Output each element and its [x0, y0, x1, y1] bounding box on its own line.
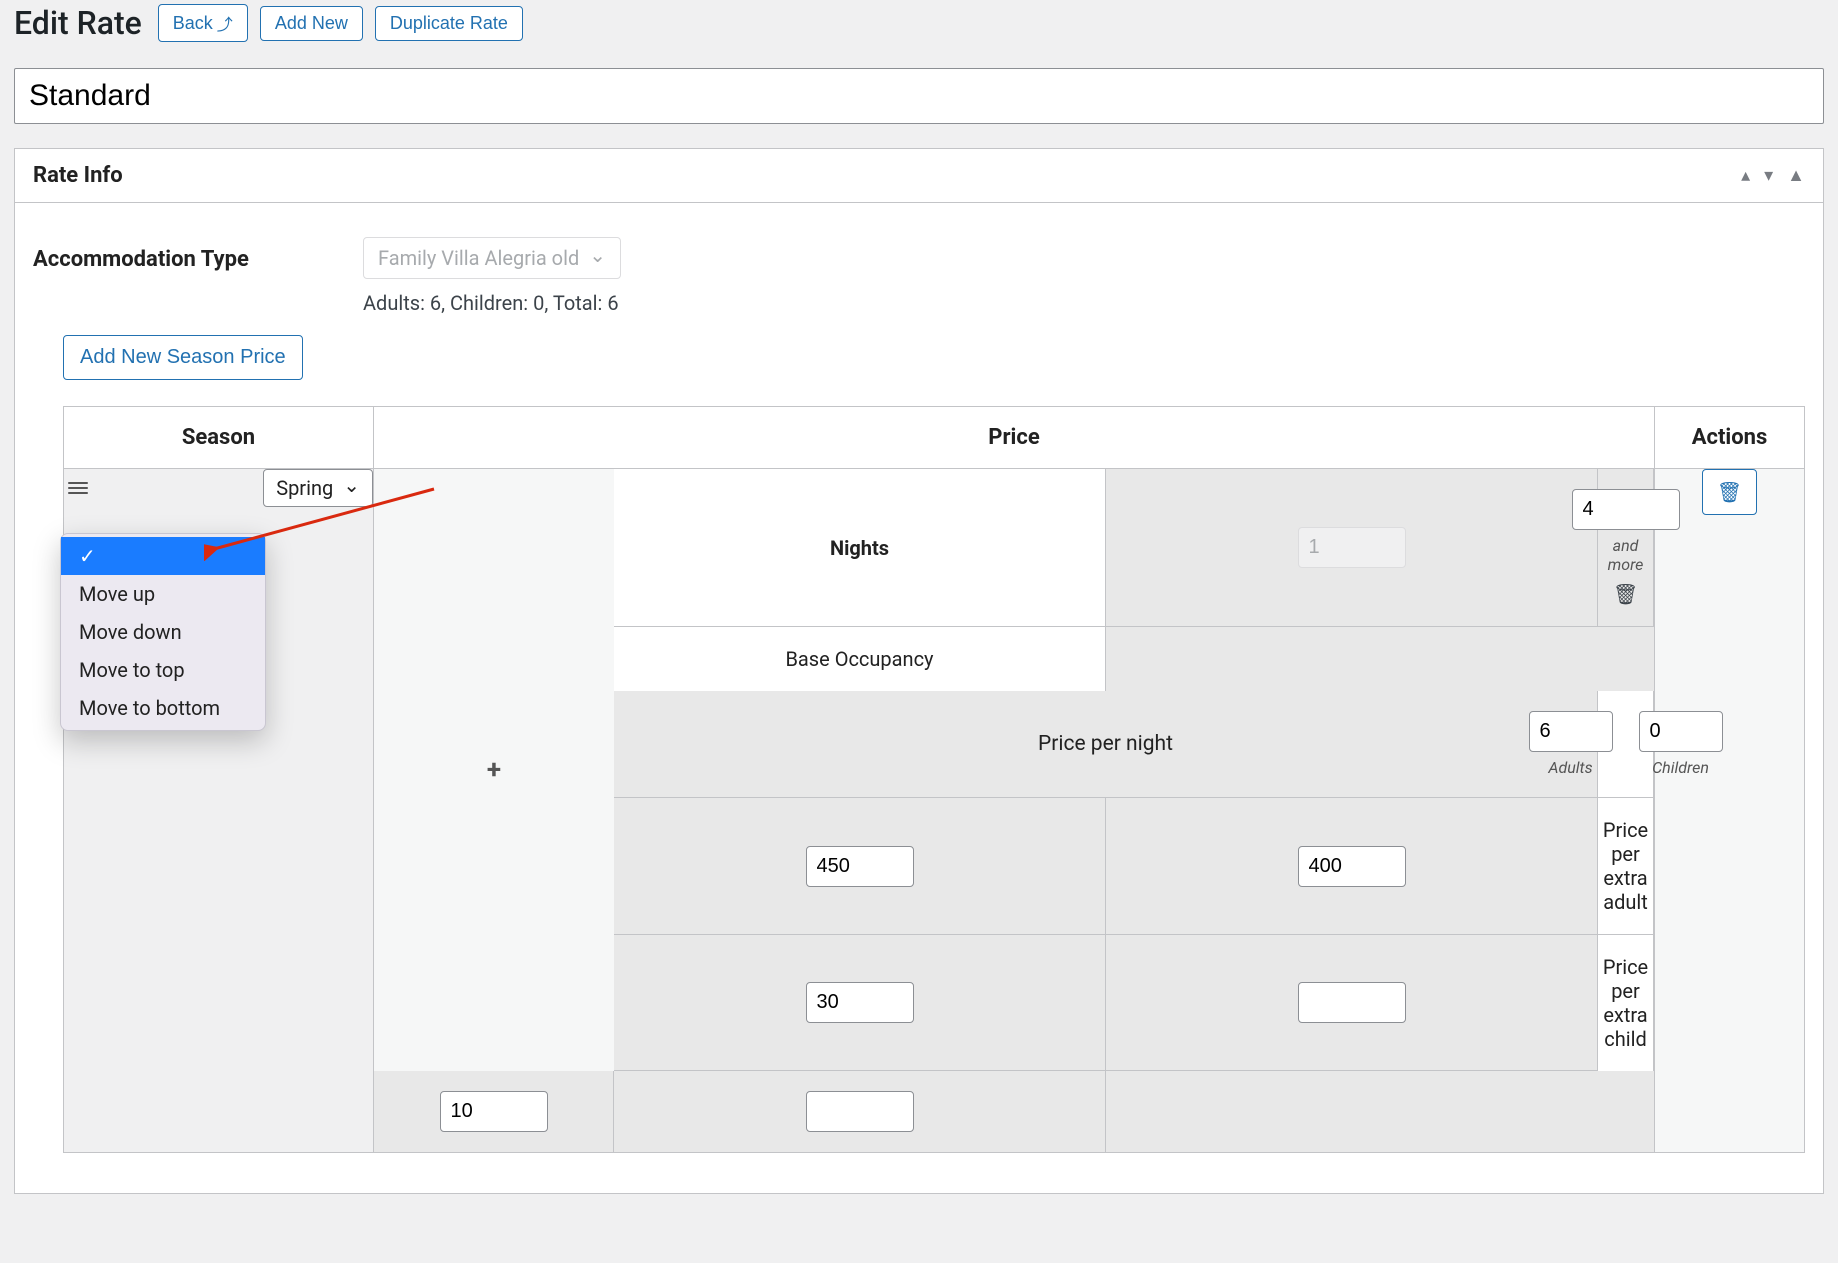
season-select-value: Spring	[276, 476, 333, 500]
chevron-down-icon	[343, 476, 360, 500]
accommodation-type-value: Family Villa Alegria old	[378, 246, 579, 270]
adults-caption: Adults	[1548, 758, 1592, 777]
panel-down-icon[interactable]: ▾	[1764, 165, 1773, 186]
panel-collapse-icon[interactable]: ▲	[1787, 165, 1805, 186]
extra-child-price-1-input[interactable]	[440, 1091, 548, 1132]
add-night-column-button[interactable]: +	[374, 469, 614, 1071]
add-new-button[interactable]: Add New	[260, 6, 363, 41]
page-title: Edit Rate	[14, 4, 142, 42]
price-per-night-header: Price per night	[614, 691, 1598, 798]
chevron-down-icon	[589, 246, 606, 270]
move-menu-item-down[interactable]: Move down	[61, 613, 265, 651]
extra-adult-label: Price per extra adult	[1598, 798, 1654, 935]
move-menu-item-top[interactable]: Move to top	[61, 651, 265, 689]
and-more-label: and more	[1608, 536, 1644, 574]
trash-icon	[1717, 480, 1742, 504]
panel-title: Rate Info	[33, 163, 123, 188]
extra-child-price-2-input[interactable]	[806, 1091, 914, 1132]
price-night-1-input[interactable]	[806, 846, 914, 887]
extra-adult-price-1-input[interactable]	[806, 982, 914, 1023]
season-row: Spring	[64, 469, 1805, 1153]
accommodation-type-select[interactable]: Family Villa Alegria old	[363, 237, 621, 279]
adults-input[interactable]	[1529, 711, 1613, 752]
accommodation-type-label: Accommodation Type	[33, 237, 363, 272]
back-button[interactable]: Back	[158, 4, 248, 42]
extra-child-label: Price per extra child	[1598, 935, 1654, 1071]
season-select[interactable]: Spring	[263, 469, 373, 507]
children-caption: Children	[1652, 758, 1709, 777]
base-occupancy-label-cell: Base Occupancy	[614, 627, 1106, 691]
delete-column-icon[interactable]	[1613, 582, 1638, 606]
move-menu-item-bottom[interactable]: Move to bottom	[61, 689, 265, 727]
nights-input-2[interactable]	[1572, 489, 1680, 530]
accommodation-summary: Adults: 6, Children: 0, Total: 6	[363, 291, 1805, 315]
price-night-2-input[interactable]	[1298, 846, 1406, 887]
col-header-actions: Actions	[1655, 407, 1805, 469]
move-menu: ✓ Move up Move down Move to top Move to …	[60, 533, 266, 731]
rate-name-input[interactable]	[14, 68, 1824, 124]
nights-label: Nights	[614, 469, 1106, 627]
col-header-season: Season	[64, 407, 374, 469]
move-menu-item-selected[interactable]: ✓	[61, 537, 265, 575]
children-input[interactable]	[1639, 711, 1723, 752]
base-occupancy-label: Base Occupancy	[785, 647, 933, 671]
delete-row-button[interactable]	[1702, 469, 1757, 515]
add-new-season-price-button[interactable]: Add New Season Price	[63, 335, 303, 380]
col-header-price: Price	[374, 407, 1655, 469]
panel-up-icon[interactable]: ▴	[1741, 165, 1750, 186]
duplicate-rate-button[interactable]: Duplicate Rate	[375, 6, 523, 41]
nights-input-1	[1298, 527, 1406, 568]
move-menu-item-up[interactable]: Move up	[61, 575, 265, 613]
drag-handle-icon[interactable]	[64, 478, 92, 498]
extra-adult-price-2-input[interactable]	[1298, 982, 1406, 1023]
